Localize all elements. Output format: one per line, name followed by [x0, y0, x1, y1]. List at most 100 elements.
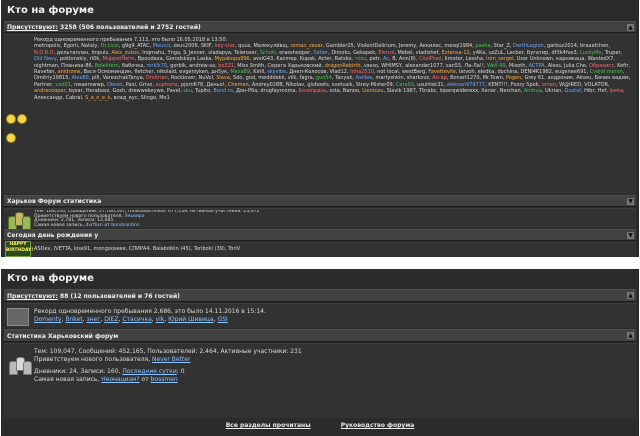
- birthday-user-link[interactable]: Balabolkin (45): [153, 246, 191, 252]
- present-link[interactable]: Присутствуют:: [7, 24, 58, 31]
- user-link[interactable]: Dimoks: [331, 50, 350, 56]
- user-link[interactable]: Cabral: [66, 95, 82, 101]
- user-link[interactable]: Юрий Шивица: [168, 316, 214, 323]
- user-link[interactable]: Bnket: [65, 316, 82, 323]
- user-link[interactable]: S_Jenner: [183, 50, 205, 56]
- user-link[interactable]: Tbrabc: [419, 88, 436, 94]
- user-link[interactable]: Dmitriy19815: [34, 75, 68, 81]
- latest-author-link[interactable]: bondsantins: [111, 223, 139, 228]
- user-link[interactable]: дельтаплан: [57, 50, 88, 56]
- user-link[interactable]: Gosh: [112, 88, 125, 94]
- birthday-user-link[interactable]: Teriboki (39): [194, 246, 225, 252]
- user-link[interactable]: medddekk: [258, 75, 284, 81]
- user-link[interactable]: DarthLegion: [513, 43, 544, 49]
- user-link[interactable]: Серега Харьковский: [268, 63, 322, 69]
- user-link[interactable]: Setier: [313, 50, 328, 56]
- user-link[interactable]: Gustaf: [565, 88, 581, 94]
- user-link[interactable]: GSI: [217, 316, 227, 323]
- user-link[interactable]: Bolektern: [95, 63, 119, 69]
- user-link[interactable]: alexander1077: [405, 63, 443, 69]
- user-link[interactable]: Ravefan: [34, 69, 54, 75]
- mark-all-read-link[interactable]: Все разделы прочитаны: [226, 422, 311, 429]
- user-link[interactable]: not local: [377, 69, 398, 75]
- user-link[interactable]: влад_вус: [114, 95, 138, 101]
- user-link[interactable]: dochina: [498, 69, 518, 75]
- latest-entry-link[interactable]: dvrfbsn: [86, 223, 103, 228]
- user-link[interactable]: bo321: [218, 63, 234, 69]
- user-link[interactable]: андроник: [547, 75, 573, 81]
- user-link[interactable]: Mebel: [398, 50, 413, 56]
- user-link[interactable]: Базопрдзь: [299, 88, 327, 94]
- user-link[interactable]: Old Navy: [34, 56, 57, 62]
- user-link[interactable]: aleksan979777: [447, 82, 485, 88]
- user-link[interactable]: WHIMSY: [381, 63, 402, 69]
- collapse-icon[interactable]: ▼: [627, 232, 634, 239]
- user-link[interactable]: anidrzew: [58, 69, 81, 75]
- user-link[interactable]: Kupak: [300, 56, 315, 62]
- user-link[interactable]: User Unknown: [517, 56, 553, 62]
- user-link[interactable]: Hibr: [584, 88, 594, 94]
- user-link[interactable]: glvboets: [307, 82, 328, 88]
- user-link[interactable]: Truper: [605, 50, 621, 56]
- user-link[interactable]: Ynga: [168, 50, 180, 56]
- user-link[interactable]: Diesel: [107, 82, 122, 88]
- user-link[interactable]: Egorii: [64, 43, 78, 49]
- user-link[interactable]: Impuls: [91, 50, 108, 56]
- user-link[interactable]: CoolPixel: [419, 56, 442, 62]
- user-link[interactable]: Nikolav: [286, 82, 304, 88]
- user-link[interactable]: An-ap: [432, 75, 447, 81]
- newest-user-link[interactable]: Эльвира: [124, 214, 144, 219]
- user-link[interactable]: Miss Smith: [237, 63, 264, 69]
- user-link[interactable]: Iimotor: [445, 56, 463, 62]
- user-link[interactable]: B: [392, 56, 395, 62]
- user-link[interactable]: eugenee691: [555, 69, 586, 75]
- user-link[interactable]: mrklk70: [147, 63, 167, 69]
- user-link[interactable]: Elenzs: [378, 50, 394, 56]
- latest-author-link[interactable]: bossmen: [151, 376, 178, 383]
- user-link[interactable]: KENT!!!: [488, 82, 507, 88]
- user-link[interactable]: Pavel: [167, 88, 180, 94]
- user-link[interactable]: Ipeka: [610, 88, 624, 94]
- user-link[interactable]: nikolaid: [157, 69, 176, 75]
- user-link[interactable]: braaafchen: [580, 43, 608, 49]
- user-link[interactable]: Mo1: [159, 95, 170, 101]
- user-link[interactable]: Herabosz: [86, 88, 109, 94]
- user-link[interactable]: Vlad12: [330, 69, 347, 75]
- user-link[interactable]: Дон-Рба: [236, 88, 257, 94]
- user-link[interactable]: Gorodskaya Laska: [166, 56, 212, 62]
- user-link[interactable]: Ratsko: [335, 56, 352, 62]
- user-link[interactable]: latvoh: [459, 69, 475, 75]
- user-link[interactable]: Sdo: [233, 75, 242, 81]
- user-link[interactable]: gun54: [316, 75, 332, 81]
- birthday-user-link[interactable]: kise91: [74, 246, 90, 252]
- user-link[interactable]: Ac: [383, 56, 389, 62]
- user-link[interactable]: Well-99: [487, 63, 506, 69]
- birthday-user-link[interactable]: ASDev: [34, 246, 50, 252]
- user-link[interactable]: pjorn678: [181, 82, 203, 88]
- user-link[interactable]: Hef: [598, 88, 607, 94]
- user-link[interactable]: Extensa-12: [442, 50, 470, 56]
- user-link[interactable]: бабочка: [122, 63, 143, 69]
- user-link[interactable]: avsiG43: [253, 56, 273, 62]
- user-link[interactable]: martyshkin: [375, 75, 403, 81]
- user-link[interactable]: g9g9_ATAC: [122, 43, 150, 49]
- user-link[interactable]: dragonRebirth: [325, 63, 361, 69]
- user-link[interactable]: дн5ук: [211, 69, 227, 75]
- user-link[interactable]: Dmitrian: [146, 75, 168, 81]
- user-link[interactable]: evgeniyken: [179, 69, 208, 75]
- user-link[interactable]: Kefir: [617, 63, 628, 69]
- user-link[interactable]: df3k4fve3: [552, 50, 577, 56]
- user-link[interactable]: eledka: [478, 69, 495, 75]
- user-link[interactable]: westBerg: [402, 69, 425, 75]
- user-link[interactable]: zeus2006: [173, 43, 197, 49]
- user-link[interactable]: Misoth: [509, 63, 526, 69]
- user-link[interactable]: metropolis: [34, 43, 61, 49]
- user-link[interactable]: Бугатир: [527, 50, 548, 56]
- user-link[interactable]: Strey-Mixter09: [356, 82, 393, 88]
- user-link[interactable]: Малокулйвщ: [253, 43, 287, 49]
- user-link[interactable]: pasha: [475, 43, 490, 49]
- user-link[interactable]: key-star: [215, 43, 235, 49]
- user-link[interactable]: Meucci: [153, 43, 170, 49]
- user-link[interactable]: Andrey028B: [252, 82, 283, 88]
- collapse-icon[interactable]: ▼: [627, 198, 634, 205]
